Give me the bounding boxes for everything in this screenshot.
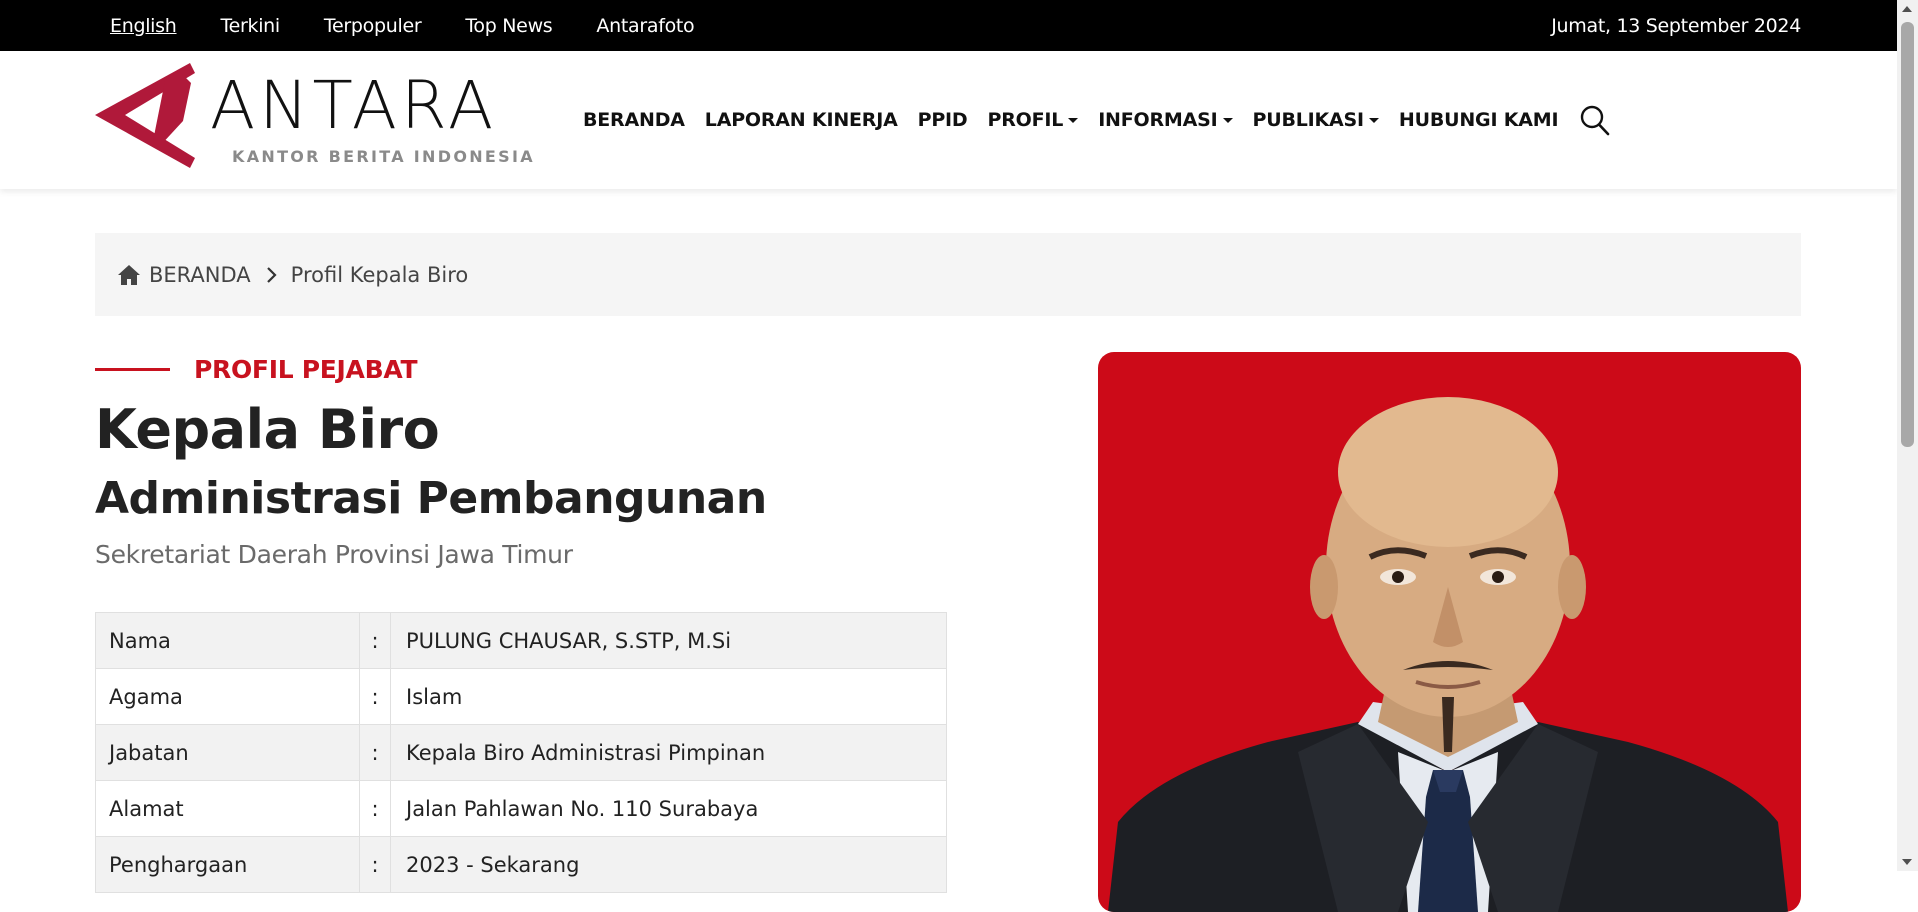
profile-table: Nama : PULUNG CHAUSAR, S.STP, M.Si Agama… (95, 612, 947, 893)
nav-label: LAPORAN KINERJA (704, 109, 898, 131)
nav-beranda[interactable]: BERANDA (583, 109, 685, 131)
logo-tagline: KANTOR BERITA INDONESIA (232, 147, 535, 166)
row-colon: : (359, 836, 391, 893)
row-colon: : (359, 612, 391, 669)
row-value: Islam (390, 668, 947, 725)
row-label: Agama (95, 668, 360, 725)
breadcrumb-home-link[interactable]: BERANDA (149, 263, 251, 287)
scrollbar-thumb[interactable] (1901, 22, 1914, 447)
row-label: Jabatan (95, 724, 360, 781)
site-header: ANTARA KANTOR BERITA INDONESIA BERANDA L… (0, 51, 1897, 189)
nav-label: BERANDA (583, 109, 685, 131)
top-bar: English Terkini Terpopuler Top News Anta… (0, 0, 1897, 51)
nav-label: HUBUNGI KAMI (1398, 109, 1559, 131)
page-subtitle: Sekretariat Daerah Provinsi Jawa Timur (95, 540, 573, 569)
row-label: Nama (95, 612, 360, 669)
table-row: Agama : Islam (95, 668, 947, 725)
row-colon: : (359, 724, 391, 781)
page-title-secondary: Administrasi Pembangunan (95, 473, 767, 524)
top-link-terpopuler[interactable]: Terpopuler (324, 15, 422, 37)
top-links: English Terkini Terpopuler Top News Anta… (110, 0, 738, 51)
nav-label: PUBLIKASI (1252, 109, 1365, 131)
row-colon: : (359, 668, 391, 725)
row-value: Jalan Pahlawan No. 110 Surabaya (390, 780, 947, 837)
nav-hubungi-kami[interactable]: HUBUNGI KAMI (1398, 109, 1559, 131)
antara-logo[interactable]: ANTARA KANTOR BERITA INDONESIA (95, 63, 533, 168)
logo-wordmark: ANTARA (210, 67, 498, 144)
main-nav: BERANDA LAPORAN KINERJA PPID PROFIL INFO… (583, 51, 1578, 189)
breadcrumb: BERANDA Profil Kepala Biro (95, 233, 1801, 316)
breadcrumb-current: Profil Kepala Biro (290, 262, 469, 287)
nav-publikasi[interactable]: PUBLIKASI (1253, 109, 1379, 131)
nav-informasi[interactable]: INFORMASI (1098, 109, 1233, 131)
table-row: Penghargaan : 2023 - Sekarang (95, 836, 947, 893)
nav-label: PPID (917, 109, 968, 131)
row-colon: : (359, 780, 391, 837)
caret-down-icon (1068, 117, 1079, 123)
top-link-top-news[interactable]: Top News (465, 15, 552, 37)
nav-ppid[interactable]: PPID (918, 109, 968, 131)
eyebrow-line (95, 368, 170, 371)
row-value: Kepala Biro Administrasi Pimpinan (390, 724, 947, 781)
table-row: Alamat : Jalan Pahlawan No. 110 Surabaya (95, 780, 947, 837)
table-row: Nama : PULUNG CHAUSAR, S.STP, M.Si (95, 612, 947, 669)
official-portrait (1098, 352, 1801, 912)
page-title: Kepala Biro (95, 398, 440, 461)
nav-label: INFORMASI (1098, 109, 1218, 131)
chevron-right-icon (266, 266, 277, 283)
row-label: Penghargaan (95, 836, 360, 893)
scroll-down-arrow-icon[interactable] (1902, 859, 1912, 865)
table-row: Jabatan : Kepala Biro Administrasi Pimpi… (95, 724, 947, 781)
top-link-antarafoto[interactable]: Antarafoto (596, 15, 694, 37)
portrait-image (1108, 397, 1788, 912)
home-icon (118, 264, 140, 285)
row-label: Alamat (95, 780, 360, 837)
current-date: Jumat, 13 September 2024 (1551, 14, 1801, 37)
scroll-up-arrow-icon[interactable] (1902, 6, 1912, 12)
nav-laporan-kinerja[interactable]: LAPORAN KINERJA (705, 109, 898, 131)
nav-profil[interactable]: PROFIL (988, 109, 1079, 131)
row-value: 2023 - Sekarang (390, 836, 947, 893)
search-icon[interactable] (1580, 104, 1610, 136)
page-scrollbar[interactable] (1897, 0, 1918, 871)
nav-label: PROFIL (987, 109, 1064, 131)
antara-logo-mark-icon (95, 63, 195, 168)
section-eyebrow: PROFIL PEJABAT (95, 355, 418, 384)
row-value: PULUNG CHAUSAR, S.STP, M.Si (390, 612, 947, 669)
top-link-english[interactable]: English (110, 15, 177, 37)
eyebrow-label: PROFIL PEJABAT (194, 355, 418, 384)
caret-down-icon (1222, 117, 1233, 123)
caret-down-icon (1368, 117, 1379, 123)
top-link-terkini[interactable]: Terkini (221, 15, 281, 37)
